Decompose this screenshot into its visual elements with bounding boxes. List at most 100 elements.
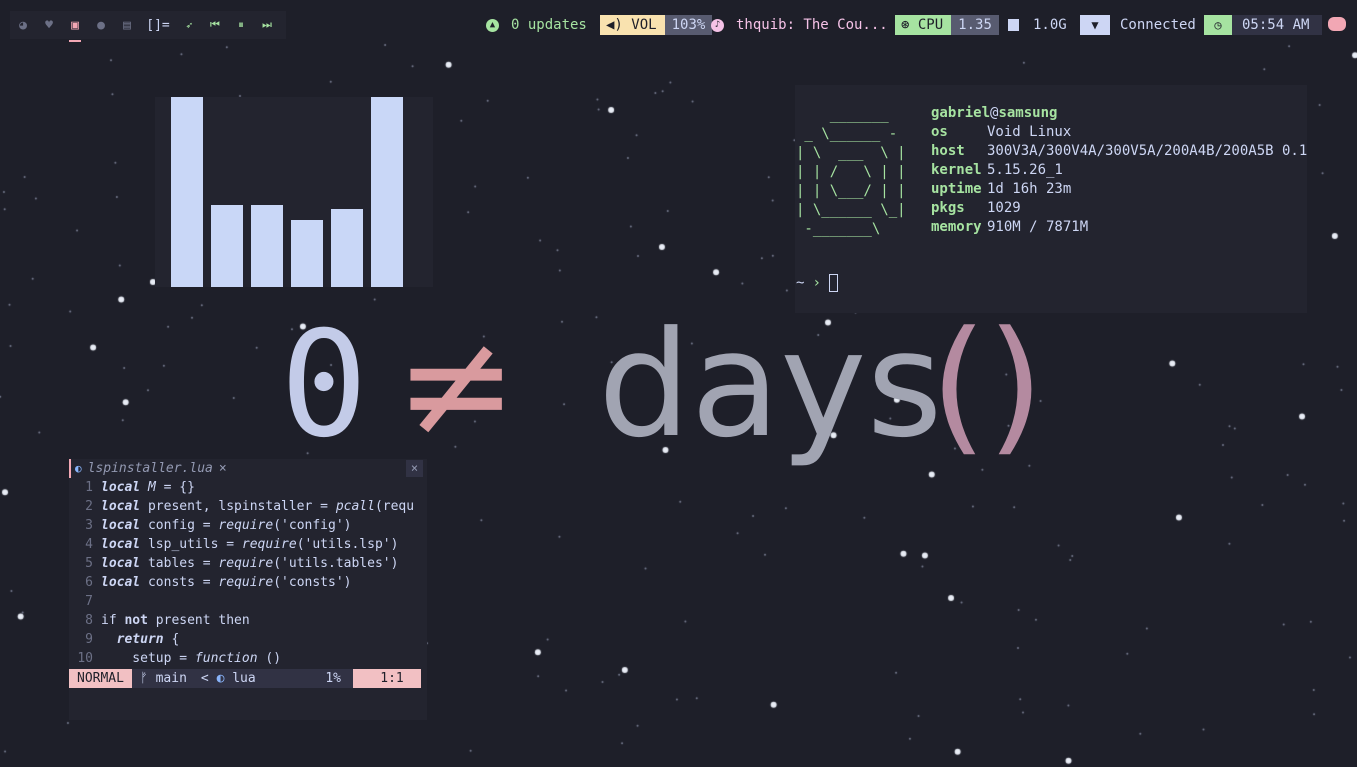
next-icon[interactable]: ⏭ bbox=[254, 18, 280, 32]
info-value: 910M / 7871M bbox=[987, 219, 1089, 235]
code-token: require bbox=[218, 575, 274, 590]
statusline: NORMAL ᚠ main < ◐ lua 1% 1:1 bbox=[69, 669, 421, 688]
code-token: require bbox=[218, 518, 274, 533]
cursor-position: 1:1 bbox=[353, 669, 421, 688]
code-token: local bbox=[101, 556, 141, 571]
cpu-widget[interactable]: ⊛ CPU 1.35 bbox=[895, 15, 999, 35]
close-all-icon[interactable]: × bbox=[406, 460, 423, 477]
buffer-filename: lspinstaller.lua bbox=[87, 461, 213, 476]
code-token: local bbox=[101, 480, 141, 495]
code-line[interactable]: 4 local lsp_utils = require ('utils.lsp') bbox=[69, 535, 427, 554]
discord-icon[interactable]: ▤ bbox=[114, 18, 140, 33]
info-row: memory 910M / 7871M bbox=[931, 218, 1307, 237]
code-line[interactable]: 9 return { bbox=[69, 630, 427, 649]
code-token: local bbox=[101, 518, 141, 533]
arrow-up-icon: ▲ bbox=[486, 18, 499, 32]
username: gabriel bbox=[931, 105, 991, 121]
info-key: os bbox=[931, 124, 948, 140]
now-playing-title: thquib: The Cou... bbox=[736, 17, 888, 33]
branch-icon: ᚠ bbox=[139, 671, 156, 686]
code-token: ('utils.tables') bbox=[273, 556, 399, 571]
code-token: local bbox=[101, 537, 141, 552]
volume-value: 103% bbox=[664, 15, 713, 35]
buffer-tabline: ◐ lspinstaller.lua × × bbox=[69, 459, 427, 478]
visualizer-bar bbox=[211, 205, 243, 287]
volume-widget[interactable]: ◀) VOL 103% bbox=[600, 15, 713, 35]
wifi-icon: ▼ bbox=[1080, 15, 1110, 35]
code-token: () bbox=[257, 651, 282, 666]
info-value: 1029 bbox=[987, 200, 1021, 216]
clock-widget[interactable]: ◷ 05:54 AM bbox=[1204, 15, 1322, 35]
info-key: uptime bbox=[931, 181, 982, 197]
line-number: 1 bbox=[85, 480, 93, 495]
prompt-arrow: › bbox=[812, 275, 821, 291]
heading-zero: 0 bbox=[280, 300, 368, 470]
visualizer-bar bbox=[171, 97, 203, 287]
code-line[interactable]: 5 local tables = require ('utils.tables') bbox=[69, 554, 427, 573]
system-info: gabriel @ samsung os Void Linux host 300V3A/… bbox=[931, 104, 1307, 237]
code-line[interactable]: 3 local config = require ('config') bbox=[69, 516, 427, 535]
cpu-icon: ⊛ bbox=[901, 17, 918, 33]
memory-widget[interactable]: 1.0G bbox=[1008, 15, 1067, 35]
line-number: 9 bbox=[85, 632, 93, 647]
speaker-icon: ◀) bbox=[606, 17, 632, 33]
code-line[interactable]: 7 bbox=[69, 592, 427, 611]
terminal-icon[interactable]: ▣ bbox=[62, 18, 88, 42]
memory-icon bbox=[1008, 19, 1019, 31]
code-token: { bbox=[163, 632, 180, 647]
line-number: 3 bbox=[85, 518, 93, 533]
shell-prompt[interactable]: ~ › bbox=[796, 274, 838, 292]
line-number: 8 bbox=[85, 613, 93, 628]
network-status: Connected bbox=[1120, 17, 1196, 33]
visualizer-bar bbox=[251, 205, 283, 287]
code-token: local bbox=[101, 575, 141, 590]
clock-icon: ◷ bbox=[1204, 15, 1232, 35]
code-token: require bbox=[241, 537, 297, 552]
pocket-icon[interactable]: ♥ bbox=[36, 18, 62, 33]
line-number: 7 bbox=[85, 594, 93, 609]
firefox-icon[interactable]: ◕ bbox=[10, 18, 36, 33]
heading-parens: () bbox=[930, 300, 1044, 470]
audio-visualizer bbox=[155, 97, 433, 287]
network-widget[interactable]: ▼ Connected bbox=[1080, 15, 1206, 35]
info-key: kernel bbox=[931, 162, 982, 178]
discord-tray-icon[interactable] bbox=[1328, 17, 1346, 31]
updates-widget[interactable]: ▲ 0 updates bbox=[486, 15, 587, 35]
info-row: kernel 5.15.26_1 bbox=[931, 161, 1307, 180]
line-number: 5 bbox=[85, 556, 93, 571]
code-token: if bbox=[101, 613, 125, 628]
git-branch-name: main bbox=[155, 671, 187, 686]
volume-label: VOL bbox=[631, 17, 657, 33]
info-row: host 300V3A/300V4A/300V5A/200A4B/200A5B 0… bbox=[931, 142, 1307, 161]
close-buffer-icon[interactable]: × bbox=[219, 461, 227, 476]
code-line[interactable]: 10 setup = function () bbox=[69, 649, 427, 668]
neovim-window[interactable]: ◐ lspinstaller.lua × × 1 local M = {} 2 loc… bbox=[69, 459, 427, 720]
previous-icon[interactable]: ⏮ bbox=[202, 18, 228, 32]
rocket-icon[interactable]: ➶ bbox=[176, 19, 202, 32]
code-line[interactable]: 8 if not present then bbox=[69, 611, 427, 630]
code-line[interactable]: 2 local present, lspinstaller = pcall (req… bbox=[69, 497, 427, 516]
pause-icon[interactable]: ⏸ bbox=[228, 18, 254, 32]
info-row: uptime 1d 16h 23m bbox=[931, 180, 1307, 199]
code-token: ('consts') bbox=[273, 575, 352, 590]
fetch-terminal-window[interactable]: _______ _ \______ - | \ ___ \ | | | / \ … bbox=[795, 85, 1307, 313]
void-logo-ascii: _______ _ \______ - | \ ___ \ | | | / \ … bbox=[796, 107, 906, 237]
buffer-tab[interactable]: ◐ lspinstaller.lua × bbox=[69, 459, 227, 478]
scroll-percent: 1% bbox=[325, 671, 341, 686]
code-area[interactable]: 1 local M = {} 2 local present, lspinstalle… bbox=[69, 478, 427, 668]
cpu-value: 1.35 bbox=[951, 15, 999, 35]
statusline-separator: < bbox=[200, 671, 209, 686]
layout-indicator[interactable]: []= bbox=[140, 18, 176, 33]
updates-label: 0 updates bbox=[511, 17, 587, 33]
code-line[interactable]: 6 local consts = require ('consts') bbox=[69, 573, 427, 592]
info-key: host bbox=[931, 143, 965, 159]
code-line[interactable]: 1 local M = {} bbox=[69, 478, 427, 497]
spotify-icon[interactable]: ● bbox=[88, 18, 114, 33]
vim-mode: NORMAL bbox=[69, 669, 132, 688]
now-playing-widget[interactable]: ♪ thquib: The Cou... bbox=[711, 15, 888, 35]
info-row: os Void Linux bbox=[931, 123, 1307, 142]
terminal-cursor bbox=[828, 274, 838, 292]
code-token: pcall bbox=[335, 499, 375, 514]
